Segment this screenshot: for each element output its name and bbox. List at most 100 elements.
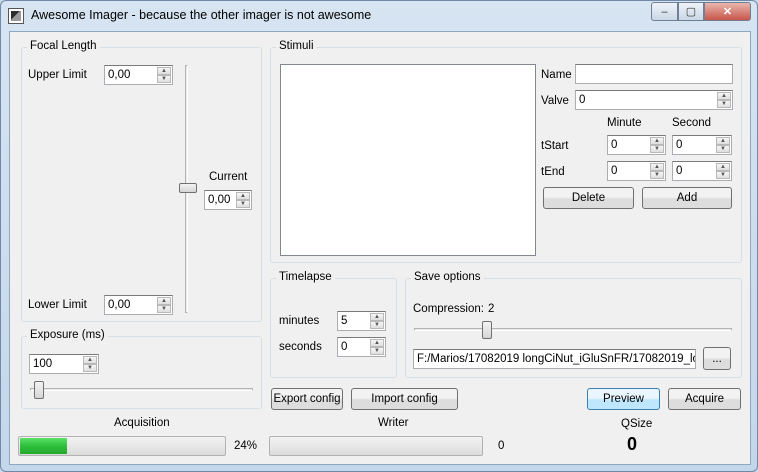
spin-up-icon[interactable]: ▲ — [236, 192, 250, 200]
spin-down-icon[interactable]: ▼ — [716, 171, 730, 179]
upper-limit-label: Upper Limit — [28, 69, 87, 81]
spin-up-icon[interactable]: ▲ — [650, 163, 664, 171]
minutes-spinbox[interactable]: 5 ▲ ▼ — [337, 311, 386, 331]
export-config-button[interactable]: Export config — [271, 388, 343, 410]
spin-up-icon[interactable]: ▲ — [717, 92, 731, 100]
spin-up-icon[interactable]: ▲ — [157, 67, 171, 75]
import-config-button[interactable]: Import config — [351, 388, 458, 410]
spin-up-icon[interactable]: ▲ — [157, 297, 171, 305]
acquisition-progress — [18, 436, 226, 456]
lower-limit-spinbox[interactable]: 0,00 ▲ ▼ — [104, 295, 173, 315]
spin-up-icon[interactable]: ▲ — [650, 137, 664, 145]
app-window: Awesome Imager - because the other image… — [0, 0, 758, 472]
current-label: Current — [209, 171, 248, 183]
compression-slider-groove[interactable] — [414, 328, 732, 331]
spin-up-icon[interactable]: ▲ — [716, 163, 730, 171]
timelapse-group: Timelapse minutes 5 ▲ ▼ seconds 0 ▲ ▼ — [270, 271, 397, 378]
delete-button[interactable]: Delete — [543, 187, 634, 209]
timelapse-title: Timelapse — [276, 271, 335, 283]
acquisition-progress-fill — [20, 438, 68, 454]
spin-down-icon[interactable]: ▼ — [370, 321, 384, 329]
compression-label: Compression: — [413, 303, 484, 315]
exposure-slider-handle[interactable] — [34, 381, 44, 399]
qsize-label: QSize — [621, 418, 653, 430]
tstart-minute-value: 0 — [611, 139, 618, 151]
minimize-button[interactable]: – — [651, 2, 678, 21]
main-panel: Focal Length Upper Limit 0,00 ▲ ▼ Current… — [9, 31, 751, 465]
tstart-second-value: 0 — [676, 139, 683, 151]
qsize-value: 0 — [627, 434, 638, 454]
exposure-spinbox[interactable]: 100 ▲ ▼ — [29, 354, 99, 374]
valve-value: 0 — [579, 94, 586, 106]
close-button[interactable]: ✕ — [704, 2, 751, 21]
stimuli-title: Stimuli — [276, 40, 317, 52]
tend-second-value: 0 — [676, 165, 683, 177]
acquire-button[interactable]: Acquire — [668, 388, 741, 410]
app-icon — [8, 8, 24, 24]
spin-down-icon[interactable]: ▼ — [157, 75, 171, 83]
minutes-value: 5 — [341, 315, 348, 327]
name-label: Name — [541, 69, 572, 81]
writer-label: Writer — [378, 417, 409, 429]
name-input[interactable] — [575, 64, 733, 84]
second-header: Second — [672, 117, 712, 129]
spin-up-icon[interactable]: ▲ — [370, 339, 384, 347]
stimuli-list[interactable] — [280, 64, 536, 256]
current-value: 0,00 — [208, 194, 231, 206]
upper-limit-spinbox[interactable]: 0,00 ▲ ▼ — [104, 65, 173, 85]
spin-down-icon[interactable]: ▼ — [650, 171, 664, 179]
valve-spinbox[interactable]: 0 ▲ ▼ — [575, 90, 733, 110]
browse-button[interactable]: ... — [703, 347, 731, 370]
title-bar[interactable]: Awesome Imager - because the other image… — [1, 1, 757, 31]
upper-limit-value: 0,00 — [108, 69, 131, 81]
window-title: Awesome Imager - because the other image… — [31, 8, 372, 22]
seconds-spinbox[interactable]: 0 ▲ ▼ — [337, 337, 386, 357]
spin-down-icon[interactable]: ▼ — [370, 347, 384, 355]
lower-limit-label: Lower Limit — [28, 299, 87, 311]
spin-up-icon[interactable]: ▲ — [716, 137, 730, 145]
writer-value: 0 — [498, 440, 505, 452]
tend-minute-spinbox[interactable]: 0 ▲ ▼ — [607, 161, 666, 181]
writer-progress — [269, 436, 483, 456]
spin-down-icon[interactable]: ▼ — [157, 305, 171, 313]
lower-limit-value: 0,00 — [108, 299, 131, 311]
spin-down-icon[interactable]: ▼ — [717, 100, 731, 108]
minute-header: Minute — [607, 117, 642, 129]
spin-up-icon[interactable]: ▲ — [370, 313, 384, 321]
tstart-label: tStart — [541, 140, 569, 152]
seconds-label: seconds — [279, 341, 322, 353]
preview-button[interactable]: Preview — [587, 388, 660, 410]
current-spinbox[interactable]: 0,00 ▲ ▼ — [204, 190, 252, 210]
exposure-group: Exposure (ms) 100 ▲ ▼ — [21, 329, 262, 409]
seconds-value: 0 — [341, 341, 348, 353]
stimuli-group: Stimuli Name Valve 0 ▲ ▼ Minute Second tS… — [270, 40, 742, 263]
tstart-minute-spinbox[interactable]: 0 ▲ ▼ — [607, 135, 666, 155]
save-options-group: Save options Compression: 2 F:/Marios/17… — [405, 271, 742, 378]
spin-down-icon[interactable]: ▼ — [716, 145, 730, 153]
tend-second-spinbox[interactable]: 0 ▲ ▼ — [672, 161, 732, 181]
spin-down-icon[interactable]: ▼ — [236, 200, 250, 208]
tend-minute-value: 0 — [611, 165, 618, 177]
exposure-slider-groove[interactable] — [30, 388, 253, 391]
save-options-title: Save options — [411, 271, 484, 283]
spin-up-icon[interactable]: ▲ — [83, 356, 97, 364]
focal-length-title: Focal Length — [27, 40, 100, 52]
maximize-button[interactable]: ▢ — [678, 2, 704, 21]
minutes-label: minutes — [279, 315, 320, 327]
save-path-input[interactable]: F:/Marios/17082019 longCiNut_iGluSnFR/17… — [413, 349, 696, 369]
valve-label: Valve — [541, 95, 569, 107]
spin-down-icon[interactable]: ▼ — [650, 145, 664, 153]
save-path-value: F:/Marios/17082019 longCiNut_iGluSnFR/17… — [417, 353, 696, 365]
tstart-second-spinbox[interactable]: 0 ▲ ▼ — [672, 135, 732, 155]
acquisition-label: Acquisition — [114, 417, 170, 429]
focal-length-slider-handle[interactable] — [179, 183, 197, 193]
tend-label: tEnd — [541, 166, 565, 178]
compression-slider-handle[interactable] — [482, 321, 492, 339]
exposure-title: Exposure (ms) — [27, 329, 108, 341]
acquisition-percent: 24% — [234, 440, 258, 452]
compression-value: 2 — [488, 303, 495, 315]
focal-length-group: Focal Length Upper Limit 0,00 ▲ ▼ Current… — [21, 40, 262, 322]
spin-down-icon[interactable]: ▼ — [83, 364, 97, 372]
exposure-value: 100 — [33, 358, 53, 370]
add-button[interactable]: Add — [642, 187, 732, 209]
